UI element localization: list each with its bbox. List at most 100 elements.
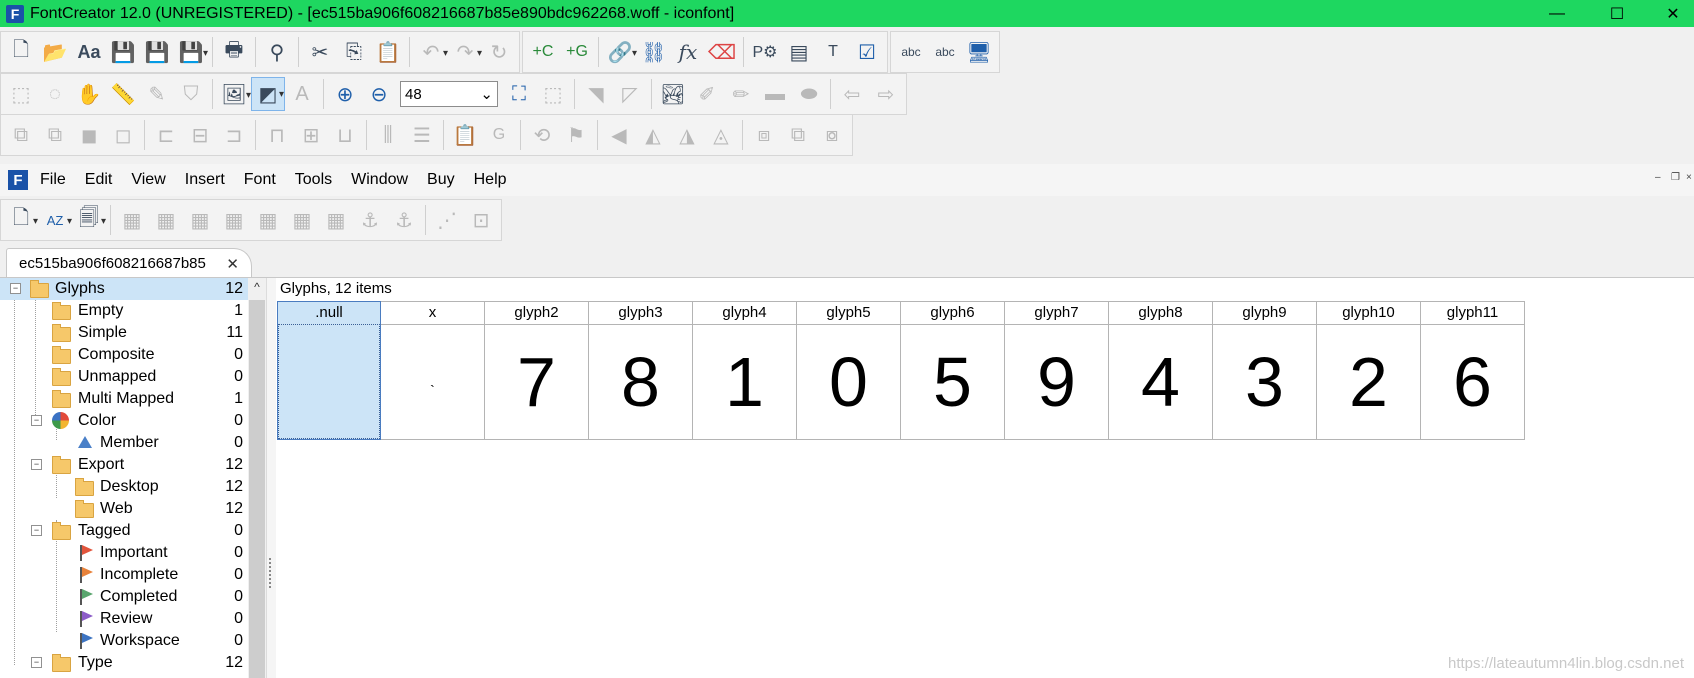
zoom-in-icon[interactable]: ⊕ xyxy=(328,77,362,111)
tree-item-multi-mapped[interactable]: Multi Mapped 1 xyxy=(0,388,248,410)
close-button[interactable]: ✕ xyxy=(1650,0,1694,27)
union-icon[interactable]: ⧈ xyxy=(747,118,781,152)
collapse-icon[interactable]: − xyxy=(31,657,42,668)
lasso-icon[interactable]: ◌ xyxy=(38,77,72,111)
tree-item-review[interactable]: Review 0 xyxy=(0,608,248,630)
distribute-h-icon[interactable]: ⫼ xyxy=(371,118,405,152)
brush-icon[interactable]: ✐ xyxy=(690,77,724,111)
anchor-icon[interactable]: ⚓ xyxy=(353,203,387,237)
ungroup-icon[interactable]: ⧉ xyxy=(38,118,72,152)
glyph-g-icon[interactable]: G xyxy=(482,118,516,152)
grid-icon[interactable]: ▦ xyxy=(285,203,319,237)
mdi-minimize-button[interactable]: – xyxy=(1655,172,1661,183)
preview-properties-icon[interactable]: P⚙ xyxy=(748,35,782,69)
text-outline-icon[interactable]: A xyxy=(285,77,319,111)
rect-select-icon[interactable]: ⬚ xyxy=(4,77,38,111)
glyph-cell[interactable]: glyph2 7 xyxy=(485,301,589,440)
refresh-icon[interactable]: ↻ xyxy=(482,35,516,69)
text-transform-icon[interactable]: T xyxy=(816,35,850,69)
tree-item-incomplete[interactable]: Incomplete 0 xyxy=(0,564,248,586)
glyph-cell[interactable]: glyph6 5 xyxy=(901,301,1005,440)
grid-edit-icon[interactable]: ▦ xyxy=(217,203,251,237)
eraser-icon[interactable]: ⌫ xyxy=(705,35,739,69)
split-icon[interactable]: ◻ xyxy=(106,118,140,152)
save-as-icon[interactable]: 💾 xyxy=(174,35,208,69)
pencil-icon[interactable]: ✏ xyxy=(724,77,758,111)
collapse-icon[interactable]: − xyxy=(31,415,42,426)
background-image-icon[interactable]: 🖼 xyxy=(217,77,251,111)
menu-tools[interactable]: Tools xyxy=(295,171,332,189)
link-icon[interactable]: 🔗 xyxy=(603,35,637,69)
menu-font[interactable]: Font xyxy=(244,171,276,189)
grid-lock-icon[interactable]: ▦ xyxy=(319,203,353,237)
tree-item-glyphs[interactable]: − Glyphs 12 xyxy=(0,278,248,300)
flip-icon[interactable]: ◭ xyxy=(636,118,670,152)
flip-left-icon[interactable]: ◀ xyxy=(602,118,636,152)
grid-icon[interactable]: ▦ xyxy=(183,203,217,237)
merge-icon[interactable]: ◼ xyxy=(72,118,106,152)
rectangle-icon[interactable]: ▬ xyxy=(758,77,792,111)
splitter-grip[interactable] xyxy=(269,558,274,588)
tree-item-completed[interactable]: Completed 0 xyxy=(0,586,248,608)
collapse-icon[interactable]: − xyxy=(10,283,21,294)
tree-item-tagged[interactable]: − Tagged 0 xyxy=(0,520,248,542)
spell-check-icon[interactable]: abc xyxy=(894,35,928,69)
tree-item-empty[interactable]: Empty 1 xyxy=(0,300,248,322)
zoom-select-icon[interactable]: ⬚ xyxy=(536,77,570,111)
monitor-icon[interactable]: 🖥 xyxy=(962,35,996,69)
ellipse-icon[interactable]: ⬬ xyxy=(792,77,826,111)
unlink-icon[interactable]: ⛓ xyxy=(637,35,671,69)
collapse-icon[interactable]: − xyxy=(31,459,42,470)
tree-item-web[interactable]: Web 12 xyxy=(0,498,248,520)
clipboard-icon[interactable]: 📋 xyxy=(448,118,482,152)
fill-icon[interactable]: ⛉ xyxy=(174,77,208,111)
slant-icon[interactable]: ◬ xyxy=(704,118,738,152)
grid-lock-icon[interactable]: ▦ xyxy=(251,203,285,237)
arrow-left-icon[interactable]: ⇦ xyxy=(835,77,869,111)
font-properties-icon[interactable]: Aa xyxy=(72,35,106,69)
grid-icon[interactable]: ▦ xyxy=(115,203,149,237)
tree-item-unmapped[interactable]: Unmapped 0 xyxy=(0,366,248,388)
scrollbar-thumb[interactable] xyxy=(249,300,265,678)
glyph-cell[interactable]: glyph4 1 xyxy=(693,301,797,440)
anchor-lock-icon[interactable]: ⚓ xyxy=(387,203,421,237)
print-icon[interactable]: 🖶 xyxy=(217,35,251,69)
hand-icon[interactable]: ✋ xyxy=(72,77,106,111)
menu-window[interactable]: Window xyxy=(351,171,408,189)
glyph-cell[interactable]: glyph8 4 xyxy=(1109,301,1213,440)
tree-item-important[interactable]: Important 0 xyxy=(0,542,248,564)
new-document-icon[interactable]: 🗋 xyxy=(4,203,38,237)
align-left-icon[interactable]: ⊏ xyxy=(149,118,183,152)
glyph-cell[interactable]: x ` xyxy=(381,301,485,440)
align-middle-icon[interactable]: ⊞ xyxy=(294,118,328,152)
pen-icon[interactable]: ✎ xyxy=(140,77,174,111)
find-icon[interactable]: ⚲ xyxy=(260,35,294,69)
menu-help[interactable]: Help xyxy=(474,171,507,189)
align-center-icon[interactable]: ⊟ xyxy=(183,118,217,152)
glyph-cell[interactable]: .null xyxy=(277,301,381,440)
zoom-out-icon[interactable]: ⊖ xyxy=(362,77,396,111)
undo-icon[interactable]: ↶ xyxy=(414,35,448,69)
export-icon[interactable]: 🗐 xyxy=(72,203,106,237)
glyph-cell[interactable]: glyph9 3 xyxy=(1213,301,1317,440)
nodes-icon[interactable]: ⋰ xyxy=(430,203,464,237)
tree-item-type[interactable]: − Type 12 xyxy=(0,652,248,674)
measure-icon[interactable]: 📏 xyxy=(106,77,140,111)
tree-item-color[interactable]: − Color 0 xyxy=(0,410,248,432)
grid-search-icon[interactable]: ▦ xyxy=(149,203,183,237)
collapse-icon[interactable]: − xyxy=(31,525,42,536)
minimize-button[interactable]: — xyxy=(1534,0,1580,27)
glyph-cell[interactable]: glyph5 0 xyxy=(797,301,901,440)
triangle-icon[interactable]: ◥ xyxy=(579,77,613,111)
menu-view[interactable]: View xyxy=(131,171,165,189)
align-bottom-icon[interactable]: ⊔ xyxy=(328,118,362,152)
cut-icon[interactable]: ✂ xyxy=(303,35,337,69)
fill-mode-icon[interactable]: ◩ xyxy=(251,77,285,111)
glyph-preview-icon[interactable]: ▤ xyxy=(782,35,816,69)
redo-icon[interactable]: ↷ xyxy=(448,35,482,69)
exclude-icon[interactable]: ⧇ xyxy=(815,118,849,152)
zoom-select[interactable]: 48 ⌄ xyxy=(400,81,498,107)
fit-icon[interactable]: ⛶ xyxy=(502,77,536,111)
tree-item-desktop[interactable]: Desktop 12 xyxy=(0,476,248,498)
mdi-close-button[interactable]: × xyxy=(1686,172,1692,183)
